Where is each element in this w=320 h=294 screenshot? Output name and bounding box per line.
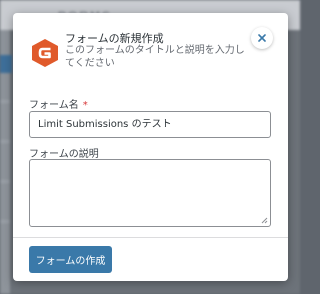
gravity-forms-logo-icon [32,39,58,67]
background-row [0,180,10,183]
form-name-input[interactable]: Limit Submissions のテスト [29,111,271,138]
required-mark: * [82,100,88,111]
form-description-label: フォームの説明 [29,149,99,160]
create-form-modal: フォームの新規作成 このフォームのタイトルと説明を入力してください フォーム名 *… [13,13,288,281]
form-name-label-text: フォーム名 [29,100,79,111]
close-icon [258,34,266,42]
background-row [0,100,10,103]
form-name-label: フォーム名 * [29,96,88,111]
create-form-button[interactable]: フォームの作成 [29,246,112,273]
resize-grip-icon[interactable] [261,217,268,224]
background-row [0,140,10,143]
form-description-textarea[interactable] [29,159,271,227]
background-accent [0,55,12,73]
background-row [0,220,10,223]
close-button[interactable] [251,27,273,49]
modal-subtitle: このフォームのタイトルと説明を入力してください [65,45,245,69]
footer-divider [13,237,288,238]
